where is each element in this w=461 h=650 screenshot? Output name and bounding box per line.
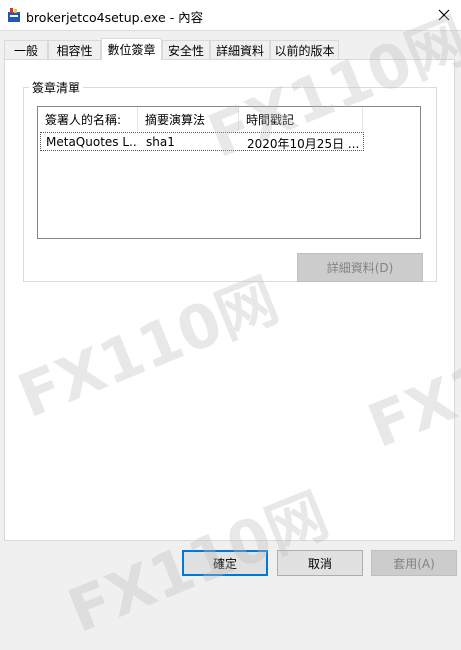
window-title: brokerjetco4setup.exe - 內容 — [26, 10, 204, 25]
column-header-digest[interactable]: 摘要演算法 — [138, 107, 239, 131]
signer-name: MetaQuotes L... — [46, 135, 138, 149]
tab-digital-signatures[interactable]: 數位簽章 — [101, 38, 162, 60]
tab-details[interactable]: 詳細資料 — [210, 40, 270, 59]
cancel-button[interactable]: 取消 — [277, 550, 363, 576]
title-bar: brokerjetco4setup.exe - 內容 — [0, 0, 461, 31]
list-item[interactable]: MetaQuotes L... sha1 2020年10月25日 ... — [40, 132, 364, 151]
property-tabs: 一般 相容性 數位簽章 安全性 詳細資料 以前的版本 — [0, 38, 461, 60]
setup-app-icon — [6, 7, 22, 23]
close-button[interactable] — [433, 4, 455, 26]
details-button[interactable]: 詳細資料(D) — [297, 253, 423, 282]
tab-previous-versions[interactable]: 以前的版本 — [270, 40, 339, 59]
list-header: 簽署人的名稱: 摘要演算法 時間戳記 — [38, 107, 420, 131]
ok-button[interactable]: 確定 — [182, 550, 268, 576]
column-header-signer[interactable]: 簽署人的名稱: — [38, 107, 138, 131]
digest-algorithm: sha1 — [146, 135, 175, 149]
tab-general[interactable]: 一般 — [4, 40, 48, 59]
tab-security[interactable]: 安全性 — [162, 40, 210, 59]
apply-button[interactable]: 套用(A) — [371, 550, 457, 576]
close-icon — [438, 9, 450, 21]
signature-list-title: 簽章清單 — [29, 79, 84, 96]
signature-list[interactable]: 簽署人的名稱: 摘要演算法 時間戳記 MetaQuotes L... sha1 … — [37, 106, 421, 239]
column-header-timestamp[interactable]: 時間戳記 — [239, 107, 363, 131]
timestamp: 2020年10月25日 ... — [247, 137, 360, 151]
tab-compatibility[interactable]: 相容性 — [48, 40, 101, 59]
